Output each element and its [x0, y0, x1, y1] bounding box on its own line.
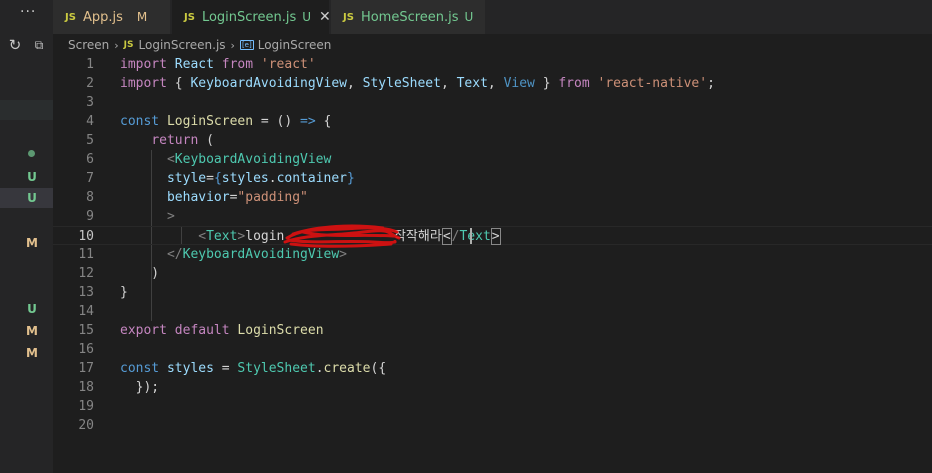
line-number: 16	[78, 342, 94, 357]
line-number: 12	[78, 266, 94, 281]
code-text: const LoginScreen = () => {	[120, 114, 332, 129]
code-line[interactable]: 14	[53, 302, 932, 321]
code-line[interactable]: 13 }	[53, 283, 932, 302]
tab-app-js[interactable]: JS App.js M	[53, 0, 171, 34]
javascript-file-icon: JS	[65, 11, 76, 23]
code-line[interactable]: 18 });	[53, 378, 932, 397]
refresh-icon[interactable]: ↻	[6, 36, 24, 54]
more-actions-icon[interactable]: ···	[20, 4, 36, 20]
collapse-all-icon[interactable]: ⧉	[30, 36, 48, 54]
line-number: 9	[86, 209, 94, 224]
text-content-end: 작작해라	[393, 229, 442, 244]
close-icon[interactable]: ✕	[319, 9, 331, 25]
tab-git-badge: U	[464, 10, 474, 24]
code-text: <KeyboardAvoidingView	[166, 152, 332, 167]
redaction-scribble	[283, 224, 401, 248]
git-status-badge: M	[26, 236, 38, 250]
explorer-strip: ··· ↻ ⧉ U U M U M M	[0, 0, 53, 473]
line-number: 1	[86, 57, 94, 72]
breadcrumb-file[interactable]: LoginScreen.js	[139, 38, 226, 52]
tab-git-badge: U	[302, 10, 312, 24]
code-text: import { KeyboardAvoidingView, StyleShee…	[120, 76, 715, 91]
code-text: export default LoginScreen	[120, 323, 324, 338]
line-number: 13	[78, 285, 94, 300]
javascript-file-icon: JS	[123, 40, 134, 50]
editor-tab-bar: JS App.js M JS LoginScreen.js U ✕ JS Hom…	[53, 0, 932, 34]
symbol-variable-icon: [e]	[239, 40, 254, 50]
code-text: }	[120, 285, 128, 300]
line-number: 6	[86, 152, 94, 167]
line-number: 3	[86, 95, 94, 110]
code-text: behavior="padding"	[166, 190, 308, 205]
code-line[interactable]: 8 behavior="padding"	[53, 188, 932, 207]
line-number: 20	[78, 418, 94, 433]
code-line[interactable]: 2 import { KeyboardAvoidingView, StyleSh…	[53, 74, 932, 93]
line-number: 5	[86, 133, 94, 148]
code-line[interactable]: 12 )	[53, 264, 932, 283]
code-line[interactable]: 16	[53, 340, 932, 359]
code-text: import React from 'react'	[120, 57, 316, 72]
code-text: style={styles.container}	[166, 171, 355, 186]
unsaved-dot-icon	[28, 150, 35, 157]
code-line[interactable]: 4 const LoginScreen = () => {	[53, 112, 932, 131]
breadcrumb-symbol[interactable]: LoginScreen	[258, 38, 332, 52]
tab-loginscreen-js[interactable]: JS LoginScreen.js U ✕	[172, 0, 331, 34]
javascript-file-icon: JS	[184, 11, 195, 23]
code-line[interactable]: 3	[53, 93, 932, 112]
line-number: 11	[78, 247, 94, 262]
line-number: 14	[78, 304, 94, 319]
text-cursor	[470, 228, 472, 244]
code-line[interactable]: 5 return (	[53, 131, 932, 150]
text-content-start: login	[245, 229, 285, 244]
code-text: )	[120, 266, 160, 281]
breadcrumb-folder[interactable]: Screen	[68, 38, 109, 52]
code-line[interactable]: 19	[53, 397, 932, 416]
javascript-file-icon: JS	[343, 11, 354, 23]
code-text: >	[166, 209, 175, 224]
tab-label: App.js	[82, 9, 123, 25]
chevron-right-icon: ›	[230, 38, 235, 52]
code-line[interactable]: 9 >	[53, 207, 932, 226]
code-text: });	[120, 380, 160, 395]
git-status-badge: M	[26, 346, 38, 360]
code-text: const styles = StyleSheet.create({	[120, 361, 387, 376]
line-number: 15	[78, 323, 94, 338]
code-line-current[interactable]: 10 <Text>login 작작해라</Text>	[53, 226, 932, 245]
git-status-badge: U	[27, 191, 37, 205]
code-editor[interactable]: 1 import React from 'react' 2 import { K…	[53, 55, 932, 473]
tab-label: LoginScreen.js	[201, 9, 297, 25]
tab-homescreen-js[interactable]: JS HomeScreen.js U	[331, 0, 486, 34]
line-number: 10	[78, 229, 94, 244]
code-text: return (	[151, 133, 214, 148]
chevron-right-icon: ›	[114, 38, 119, 52]
explorer-row-hover[interactable]	[0, 100, 53, 120]
line-number: 8	[86, 190, 94, 205]
git-status-badge: U	[27, 302, 37, 316]
line-number: 19	[78, 399, 94, 414]
git-status-badge: U	[27, 170, 37, 184]
line-number: 2	[86, 76, 94, 91]
code-line[interactable]: 6 <KeyboardAvoidingView	[53, 150, 932, 169]
line-number: 17	[78, 361, 94, 376]
line-number: 18	[78, 380, 94, 395]
breadcrumb: Screen › JS LoginScreen.js › [e] LoginSc…	[68, 36, 331, 54]
code-line[interactable]: 15 export default LoginScreen	[53, 321, 932, 340]
line-number: 4	[86, 114, 94, 129]
explorer-actions: ↻ ⧉	[6, 36, 50, 54]
line-number: 7	[86, 171, 94, 186]
tab-label: HomeScreen.js	[360, 9, 459, 25]
git-status-badge: M	[26, 324, 38, 338]
tab-git-badge: M	[136, 10, 148, 24]
code-line[interactable]: 7 style={styles.container}	[53, 169, 932, 188]
code-line[interactable]: 17 const styles = StyleSheet.create({	[53, 359, 932, 378]
code-line[interactable]: 1 import React from 'react'	[53, 55, 932, 74]
code-line[interactable]: 20	[53, 416, 932, 435]
code-line[interactable]: 11 </KeyboardAvoidingView>	[53, 245, 932, 264]
